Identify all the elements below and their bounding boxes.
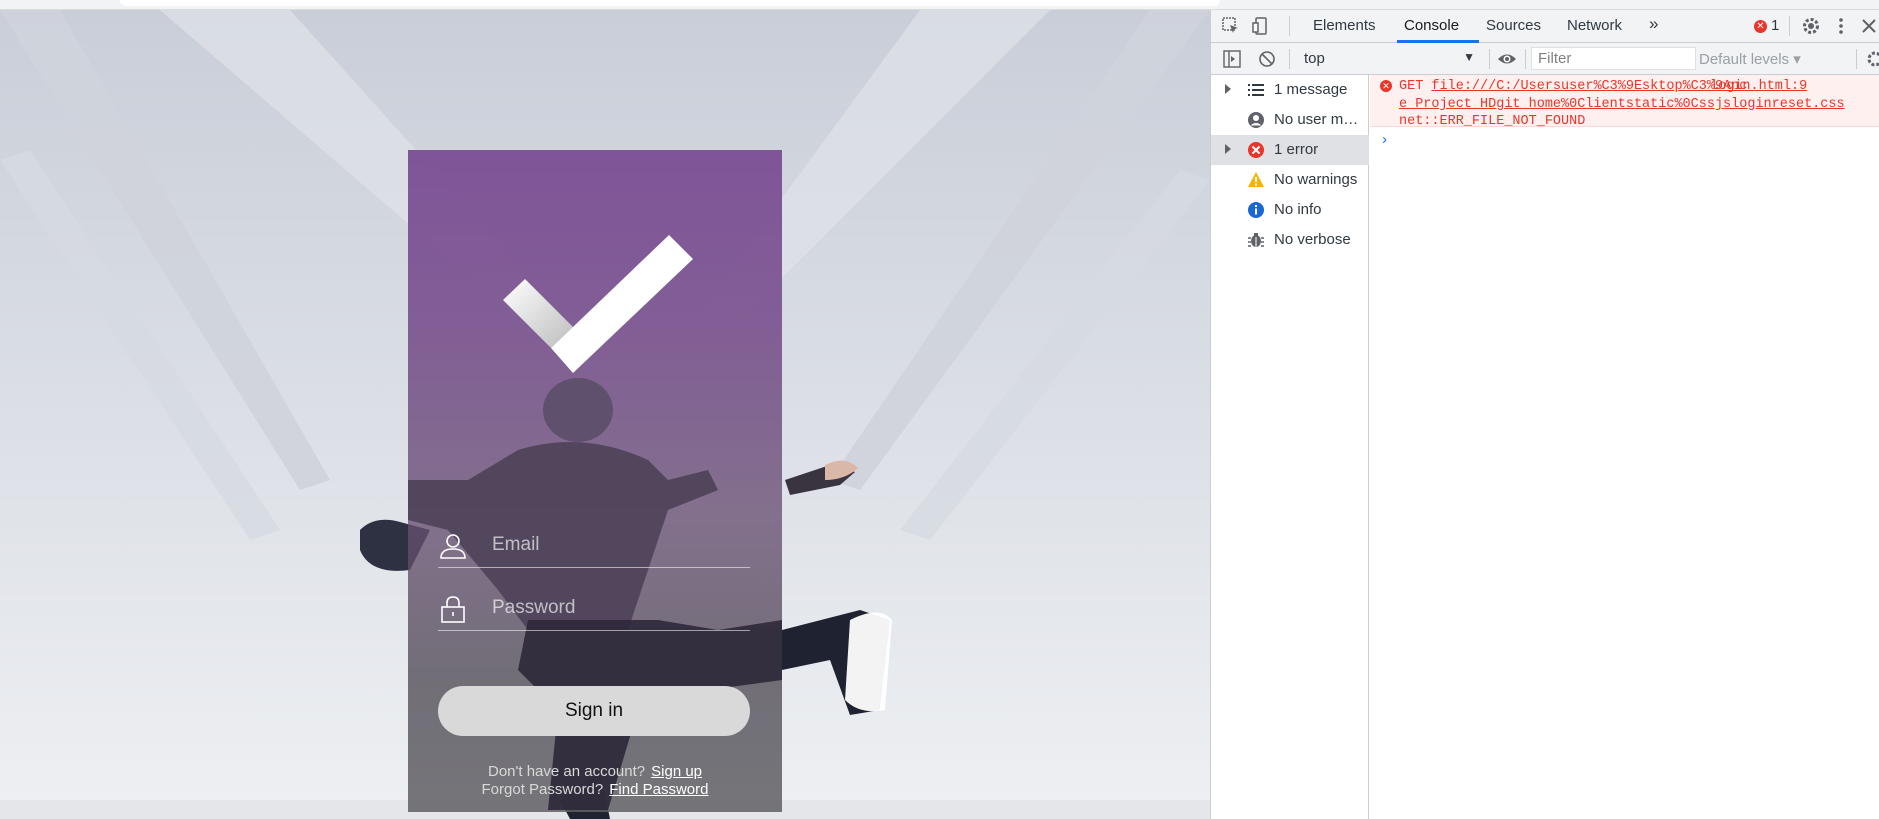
email-field-row [438, 523, 750, 568]
resource-url-link[interactable]: file:///C:/Usersuser%C3%9Esktop%C3%9Anc [1431, 79, 1747, 94]
tab-console[interactable]: Console [1404, 17, 1459, 34]
password-input[interactable] [492, 594, 742, 622]
sign-in-button[interactable]: Sign in [438, 686, 750, 736]
devtools-tab-bar: Elements Console Sources Network » ✕ 1 [1211, 10, 1879, 43]
console-settings-icon[interactable] [1866, 50, 1879, 68]
error-counter[interactable]: ✕ 1 [1754, 17, 1779, 34]
forgot-row: Forgot Password? Find Password [408, 781, 782, 798]
sidebar-item-info[interactable]: No info [1211, 195, 1369, 225]
close-devtools-icon[interactable] [1859, 16, 1879, 36]
warning-icon [1248, 172, 1264, 187]
user-icon [1248, 112, 1264, 128]
request-method: GET [1399, 79, 1424, 94]
resource-url-link-cont[interactable]: e_Project_HDgit_home%0Clientstatic%0Cssj… [1399, 97, 1845, 112]
info-icon [1248, 202, 1264, 218]
more-tabs-button[interactable]: » [1649, 14, 1658, 34]
sidebar-item-warnings[interactable]: No warnings [1211, 165, 1369, 195]
error-icon: ✕ [1754, 20, 1767, 33]
email-input[interactable] [492, 531, 742, 559]
user-icon [440, 534, 466, 559]
sign-up-link[interactable]: Sign up [651, 763, 702, 780]
console-toolbar: top ▼ Default levels ▾ [1211, 43, 1879, 75]
devtools-panel: Elements Console Sources Network » ✕ 1 t… [1210, 10, 1879, 819]
clear-console-icon[interactable] [1258, 50, 1276, 68]
signup-row: Don't have an account? Sign up [408, 763, 782, 780]
inspect-element-icon[interactable] [1221, 16, 1241, 36]
tab-network[interactable]: Network [1567, 17, 1622, 34]
password-field-row [438, 586, 750, 631]
settings-gear-icon[interactable] [1801, 16, 1821, 36]
log-levels-dropdown[interactable]: Default levels ▾ [1699, 50, 1801, 68]
console-error-message: ✕ GET file:///C:/Usersuser%C3%9Esktop%C3… [1370, 75, 1879, 129]
device-toolbar-icon[interactable] [1251, 16, 1271, 36]
more-options-icon[interactable] [1831, 16, 1851, 36]
browser-top-strip [0, 0, 1879, 10]
forgot-prompt: Forgot Password? [481, 781, 604, 798]
live-expression-eye-icon[interactable] [1497, 50, 1517, 68]
dropdown-arrow-icon: ▼ [1463, 50, 1475, 64]
expand-arrow-icon [1225, 144, 1231, 154]
checkmark-logo-icon [503, 235, 693, 373]
console-prompt-icon[interactable]: › [1382, 131, 1387, 148]
error-text: net::ERR_FILE_NOT_FOUND [1399, 114, 1586, 129]
sidebar-toggle-icon[interactable] [1223, 50, 1241, 68]
tab-elements[interactable]: Elements [1313, 17, 1376, 34]
page-viewport: Sign in Don't have an account? Sign up Fo… [0, 10, 1210, 819]
console-sidebar: 1 message No user messages 1 error [1211, 75, 1369, 819]
list-icon [1248, 84, 1264, 96]
expand-arrow-icon [1225, 84, 1231, 94]
sidebar-item-verbose[interactable]: No verbose [1211, 225, 1369, 255]
sidebar-item-user-messages[interactable]: No user messages [1211, 105, 1369, 135]
context-selector[interactable]: top ▼ [1301, 47, 1481, 70]
bug-icon [1248, 233, 1264, 247]
sidebar-item-messages[interactable]: 1 message [1211, 75, 1369, 105]
console-output: ✕ GET file:///C:/Usersuser%C3%9Esktop%C3… [1370, 75, 1879, 819]
login-card: Sign in Don't have an account? Sign up Fo… [408, 150, 782, 812]
lock-icon [441, 596, 465, 623]
filter-input[interactable] [1531, 47, 1696, 70]
error-icon: ✕ [1380, 80, 1392, 92]
find-password-link[interactable]: Find Password [609, 781, 708, 798]
error-icon [1248, 142, 1264, 158]
signup-prompt: Don't have an account? [487, 763, 646, 780]
tab-sources[interactable]: Sources [1486, 17, 1541, 34]
source-location-link[interactable]: login.html:9 [1710, 79, 1807, 94]
sidebar-item-errors[interactable]: 1 error [1211, 135, 1369, 165]
